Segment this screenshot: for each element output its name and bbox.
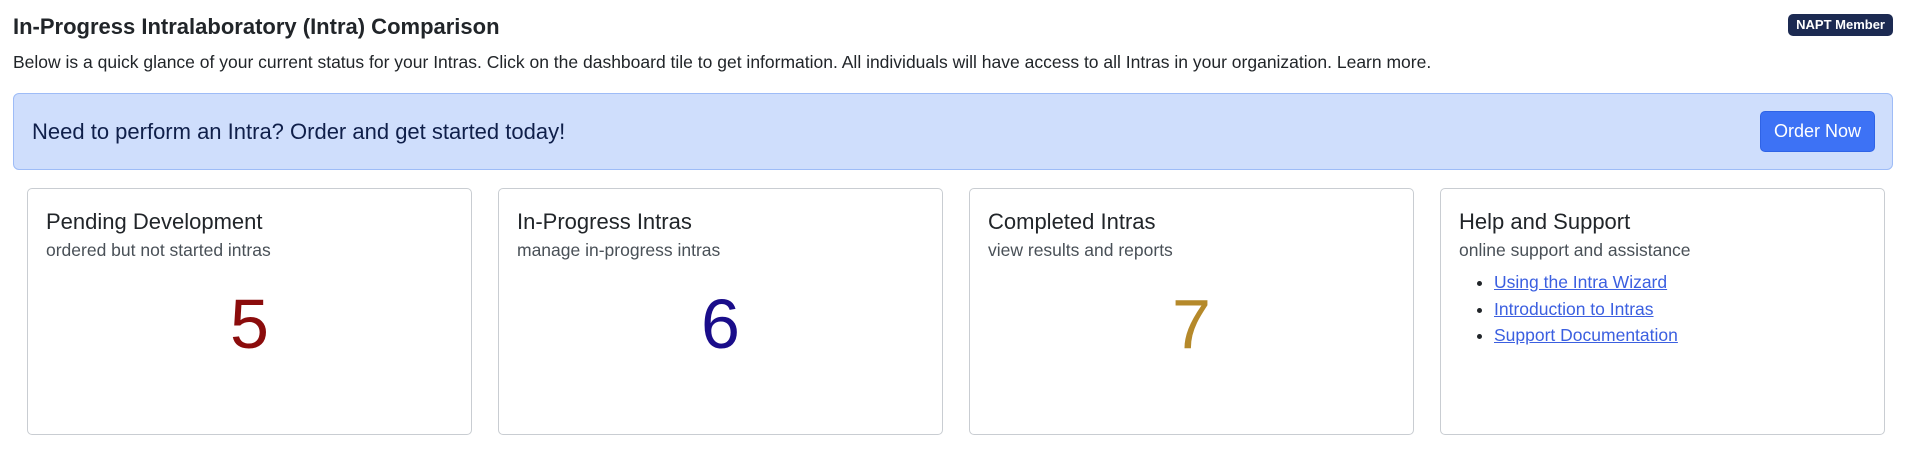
- page-title: In-Progress Intralaboratory (Intra) Comp…: [13, 14, 500, 39]
- using-intra-wizard-link[interactable]: Using the Intra Wizard: [1494, 272, 1667, 292]
- banner-text: Need to perform an Intra? Order and get …: [32, 119, 566, 144]
- completed-count: 7: [1172, 285, 1211, 363]
- tile-completed-intras[interactable]: Completed Intras view results and report…: [969, 188, 1414, 435]
- page: In-Progress Intralaboratory (Intra) Comp…: [0, 0, 1906, 471]
- tile-subtitle: view results and reports: [988, 240, 1173, 260]
- list-item: Support Documentation: [1494, 322, 1678, 349]
- tile-title: Pending Development: [46, 209, 263, 234]
- tile-title: In-Progress Intras: [517, 209, 692, 234]
- intro-text: Below is a quick glance of your current …: [13, 52, 1432, 72]
- tile-title: Completed Intras: [988, 209, 1156, 234]
- tile-help-and-support: Help and Support online support and assi…: [1440, 188, 1885, 435]
- tile-subtitle: ordered but not started intras: [46, 240, 271, 260]
- tile-subtitle: online support and assistance: [1459, 240, 1691, 260]
- tile-title: Help and Support: [1459, 209, 1631, 234]
- tile-pending-development[interactable]: Pending Development ordered but not star…: [27, 188, 472, 435]
- header-row: In-Progress Intralaboratory (Intra) Comp…: [13, 12, 1893, 42]
- pending-count: 5: [230, 285, 269, 363]
- list-item: Introduction to Intras: [1494, 296, 1678, 323]
- introduction-to-intras-link[interactable]: Introduction to Intras: [1494, 299, 1654, 319]
- member-badge: NAPT Member: [1788, 14, 1893, 36]
- tile-subtitle: manage in-progress intras: [517, 240, 721, 260]
- order-banner: Need to perform an Intra? Order and get …: [13, 93, 1893, 170]
- help-links-list: Using the Intra Wizard Introduction to I…: [1494, 269, 1678, 349]
- order-now-button[interactable]: Order Now: [1760, 111, 1875, 152]
- in-progress-count: 6: [701, 285, 740, 363]
- support-documentation-link[interactable]: Support Documentation: [1494, 325, 1678, 345]
- list-item: Using the Intra Wizard: [1494, 269, 1678, 296]
- tile-in-progress-intras[interactable]: In-Progress Intras manage in-progress in…: [498, 188, 943, 435]
